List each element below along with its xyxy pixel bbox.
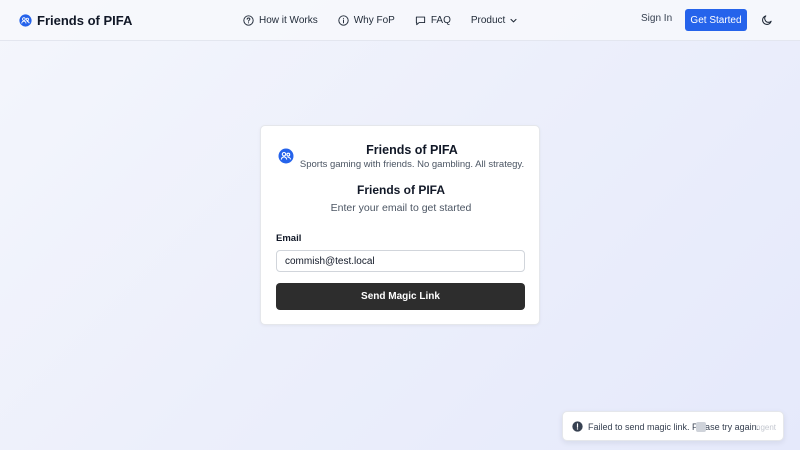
nav-how-it-works[interactable]: How it Works [243, 15, 318, 26]
nav-faq-label: FAQ [430, 14, 451, 26]
nav-why-fop-label: Why FoP [353, 14, 395, 26]
login-card: Friends of PIFA Sports gaming with frien… [260, 125, 540, 325]
nav-faq[interactable]: FAQ [415, 15, 451, 26]
brand-name: Friends of PIFA [37, 12, 133, 28]
error-toast: Failed to send magic link. Please try ag… [562, 411, 784, 441]
toast-ghost-text: ngent [756, 422, 777, 432]
moon-icon [762, 15, 772, 25]
help-circle-icon [243, 14, 254, 26]
card-subtitle: Enter your email to get started [330, 202, 472, 214]
card-brand-tagline: Sports gaming with friends. No gambling.… [299, 159, 525, 170]
sign-in-link[interactable]: Sign In [641, 13, 672, 24]
brand-link[interactable]: Friends of PIFA [19, 12, 132, 28]
nav-how-it-works-label: How it Works [259, 14, 318, 26]
main-nav: How it Works Why FoP FAQ Product [243, 12, 518, 28]
alert-circle-icon [572, 421, 583, 432]
card-brand-title: Friends of PIFA [366, 143, 458, 157]
toast-ghost-box [696, 422, 706, 432]
nav-why-fop[interactable]: Why FoP [338, 15, 395, 26]
nav-product-dropdown[interactable]: Product [471, 15, 518, 26]
message-square-icon [415, 16, 425, 25]
chevron-down-icon [510, 18, 517, 22]
theme-toggle-button[interactable] [761, 14, 773, 26]
get-started-button[interactable]: Get Started [685, 9, 747, 31]
nav-product-label: Product [470, 14, 506, 26]
card-title: Friends of PIFA [356, 183, 445, 197]
friends-logo-icon [19, 13, 32, 27]
toast-icon-wrap [572, 421, 583, 432]
email-label: Email [276, 233, 302, 244]
toast-ghost-overlay: ngent [696, 421, 776, 433]
send-magic-link-button[interactable]: Send Magic Link [276, 283, 525, 310]
email-field[interactable] [276, 250, 525, 272]
top-nav-bar: Friends of PIFA How it Works Why FoP FAQ [0, 0, 800, 41]
info-icon [338, 14, 349, 26]
